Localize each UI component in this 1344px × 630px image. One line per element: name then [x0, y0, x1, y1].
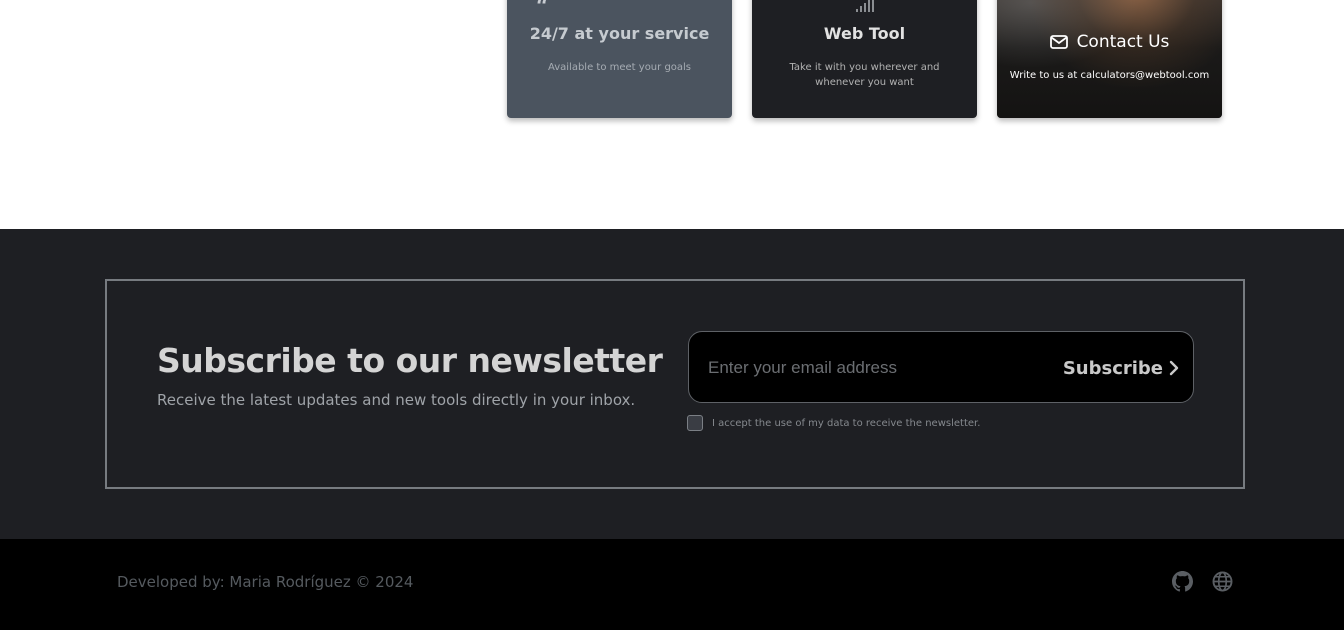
website-link[interactable] — [1212, 571, 1233, 592]
footer: Developed by: Maria Rodríguez © 2024 — [0, 539, 1344, 630]
web-tool-card-icon — [752, 0, 977, 12]
service-card-text: Available to meet your goals — [547, 62, 692, 73]
footer-credit: Developed by: Maria Rodríguez © 2024 — [117, 573, 414, 591]
newsletter-title: Subscribe to our newsletter — [157, 341, 663, 380]
contact-card[interactable]: Contact Us Write to us at calculators@we… — [997, 0, 1222, 118]
email-input[interactable] — [708, 354, 1038, 382]
consent-label: I accept the use of my data to receive t… — [712, 417, 981, 429]
newsletter-form: Subscribe — [688, 331, 1194, 403]
contact-card-background — [997, 0, 1222, 118]
consent-checkbox[interactable] — [687, 415, 703, 431]
github-icon — [1172, 571, 1193, 592]
contact-card-title: Contact Us — [1076, 32, 1170, 52]
subscribe-button-label: Subscribe — [1062, 357, 1163, 379]
features-section: “ 24/7 at your service Available to meet… — [0, 0, 1344, 229]
signal-icon — [855, 0, 874, 12]
github-link[interactable] — [1172, 571, 1193, 592]
service-card: “ 24/7 at your service Available to meet… — [507, 0, 732, 118]
service-card-title: 24/7 at your service — [529, 24, 710, 43]
consent-row: I accept the use of my data to receive t… — [687, 415, 980, 431]
web-tool-card-text: Take it with you wherever and whenever y… — [789, 62, 940, 88]
contact-card-heading: Contact Us — [997, 32, 1222, 52]
newsletter-subtitle: Receive the latest updates and new tools… — [157, 391, 636, 409]
contact-card-text: Write to us at calculators@webtool.com — [1009, 70, 1210, 81]
newsletter-section: Subscribe to our newsletter Receive the … — [0, 229, 1344, 539]
chevron-right-icon — [1169, 360, 1179, 376]
footer-links — [1172, 571, 1233, 592]
web-tool-card-title: Web Tool — [823, 24, 906, 43]
newsletter-box: Subscribe to our newsletter Receive the … — [105, 279, 1245, 489]
web-tool-card: Web Tool Take it with you wherever and w… — [752, 0, 977, 118]
service-card-icon: “ — [507, 0, 732, 20]
envelope-icon — [1049, 35, 1068, 49]
quote-icon: “ — [536, 0, 549, 20]
globe-icon — [1212, 571, 1233, 592]
subscribe-button[interactable]: Subscribe — [1063, 352, 1179, 384]
